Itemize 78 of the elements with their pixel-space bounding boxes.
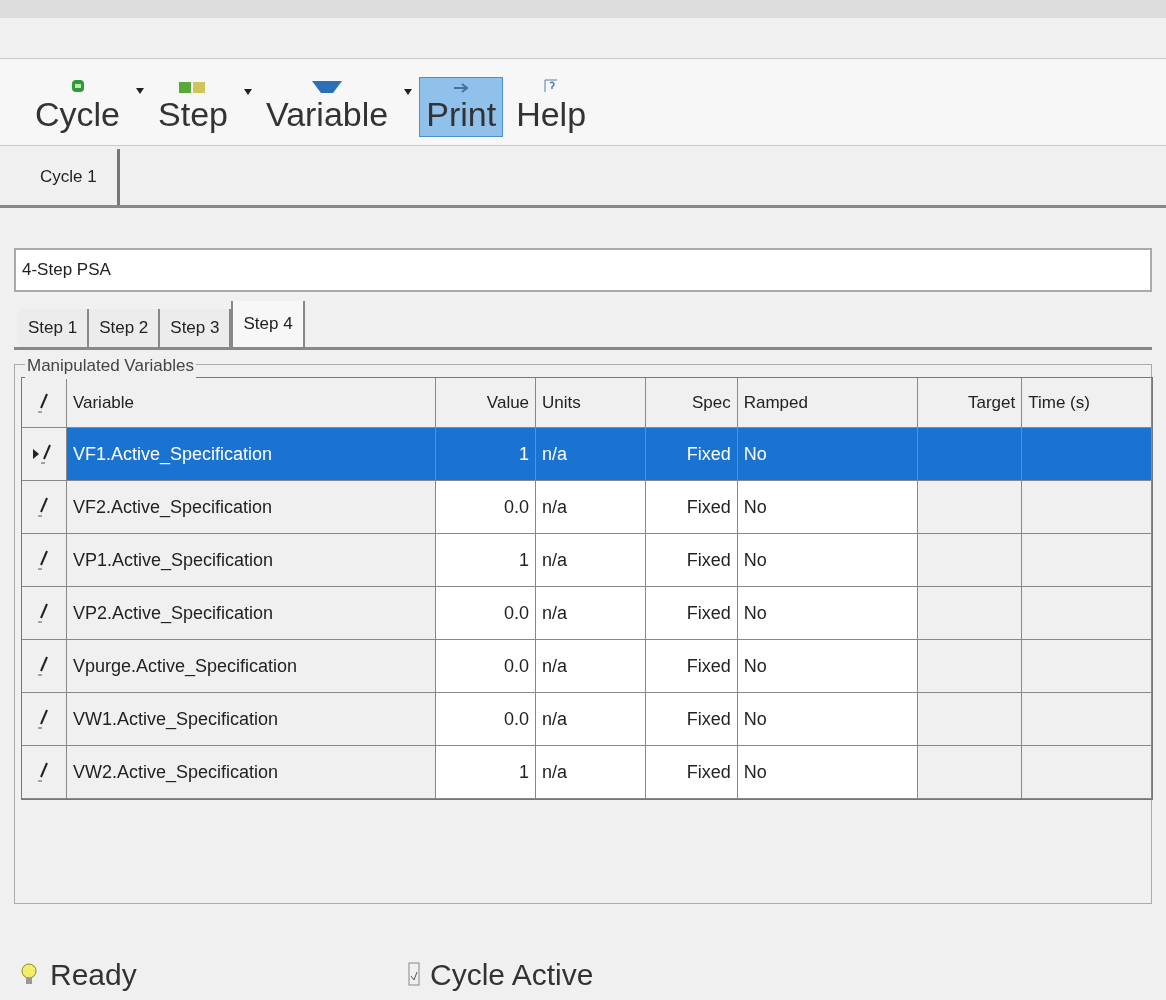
- table-cell-text: No: [743, 495, 767, 519]
- lightbulb-icon: [18, 961, 40, 987]
- toolbar-button[interactable]: Cycle: [28, 73, 128, 137]
- table-cell-text: Fixed: [686, 707, 731, 731]
- dropdown-arrow-icon[interactable]: [243, 88, 253, 96]
- table-row[interactable]: VP1.Active_Specification 1 n/a Fixed No: [22, 534, 1152, 587]
- table-cell-text: Fixed: [686, 601, 731, 625]
- table-cell-text: VP2.Active_Specification: [72, 601, 274, 626]
- pencil-icon: [36, 602, 51, 624]
- toolbar-button[interactable]: Help: [509, 73, 594, 137]
- table-cell-text: No: [743, 601, 767, 625]
- table-cell-text: 0.0: [504, 495, 530, 519]
- step-tab[interactable]: Step 1: [18, 309, 90, 347]
- pencil-icon: [36, 391, 51, 414]
- table-cell-text: No: [743, 760, 767, 784]
- table-cell-text: n/a: [542, 601, 568, 625]
- table-row[interactable]: VF1.Active_Specification 1 n/a Fixed No: [22, 428, 1152, 481]
- table-cell-text: Fixed: [686, 548, 731, 572]
- table-cell-text: Fixed: [686, 442, 731, 466]
- pencil-icon: [36, 655, 51, 677]
- toolbar-button[interactable]: Print: [419, 77, 504, 137]
- table-cell-text: 0.0: [504, 601, 530, 625]
- table-cell-text: VW1.Active_Specification: [72, 707, 278, 732]
- table-cell-text: n/a: [542, 707, 568, 731]
- document-check-icon: [408, 962, 420, 986]
- row-pointer-icon: [33, 449, 40, 459]
- step-tab[interactable]: Step 4: [231, 301, 305, 347]
- table-cell-text: Fixed: [686, 654, 731, 678]
- pencil-icon: [36, 761, 51, 783]
- table-cell-text: n/a: [542, 442, 568, 466]
- table-cell-text: VP1.Active_Specification: [72, 548, 274, 573]
- funnel-icon: [311, 80, 344, 94]
- table-cell-text: VF1.Active_Specification: [72, 442, 273, 467]
- table-row[interactable]: Vpurge.Active_Specification 0.0 n/a Fixed No: [22, 640, 1152, 693]
- table-cell-text: VW2.Active_Specification: [72, 760, 278, 785]
- table-row[interactable]: VW2.Active_Specification 1 n/a Fixed No: [22, 746, 1152, 799]
- table-cell-text: n/a: [542, 495, 568, 519]
- table-cell-text: 1: [519, 760, 530, 784]
- help-icon: [543, 78, 560, 94]
- pencil-icon: [36, 549, 51, 571]
- table-row[interactable]: VP2.Active_Specification 0.0 n/a Fixed No: [22, 587, 1152, 640]
- table-row[interactable]: VF2.Active_Specification 0.0 n/a Fixed No: [22, 481, 1152, 534]
- table-cell-text: Fixed: [686, 495, 731, 519]
- column-header[interactable]: Units: [542, 389, 581, 416]
- column-header[interactable]: Variable: [72, 389, 135, 416]
- name-field[interactable]: 4-Step PSA: [14, 248, 1152, 292]
- table-cell-text: No: [743, 707, 767, 731]
- step-tab[interactable]: Step 3: [160, 309, 232, 347]
- print-icon: [452, 82, 471, 94]
- table-cell-text: 0.0: [504, 707, 530, 731]
- status-text: Ready: [50, 956, 137, 993]
- table-cell-text: n/a: [542, 548, 568, 572]
- table-cell-text: 1: [519, 548, 530, 572]
- status-text: Cycle Active: [430, 956, 594, 993]
- column-header[interactable]: Time (s): [1028, 389, 1090, 416]
- dropdown-arrow-icon[interactable]: [403, 88, 414, 96]
- table-cell-text: VF2.Active_Specification: [72, 495, 273, 520]
- table-cell-text: Vpurge.Active_Specification: [72, 654, 298, 679]
- table-cell-text: 0.0: [504, 654, 530, 678]
- table-cell-text: 1: [519, 442, 530, 466]
- dropdown-arrow-icon[interactable]: [135, 87, 146, 95]
- table-cell-text: n/a: [542, 760, 568, 784]
- column-header[interactable]: Target: [967, 389, 1016, 416]
- toolbar-button[interactable]: Variable: [259, 75, 396, 137]
- step-icon: [178, 80, 208, 94]
- column-header[interactable]: Spec: [691, 389, 731, 416]
- table-row[interactable]: VW1.Active_Specification 0.0 n/a Fixed No: [22, 693, 1152, 746]
- pencil-icon: [36, 496, 51, 518]
- table-cell-text: n/a: [542, 654, 568, 678]
- table-cell-text: No: [743, 442, 767, 466]
- table-cell-text: Fixed: [686, 760, 731, 784]
- toolbar-button[interactable]: Step: [151, 75, 235, 137]
- column-header[interactable]: Ramped: [743, 389, 808, 416]
- pencil-icon: [36, 708, 51, 730]
- column-header[interactable]: Value: [486, 389, 530, 416]
- table-cell-text: No: [743, 548, 767, 572]
- step-tab[interactable]: Step 2: [89, 309, 161, 347]
- table-cell-text: No: [743, 654, 767, 678]
